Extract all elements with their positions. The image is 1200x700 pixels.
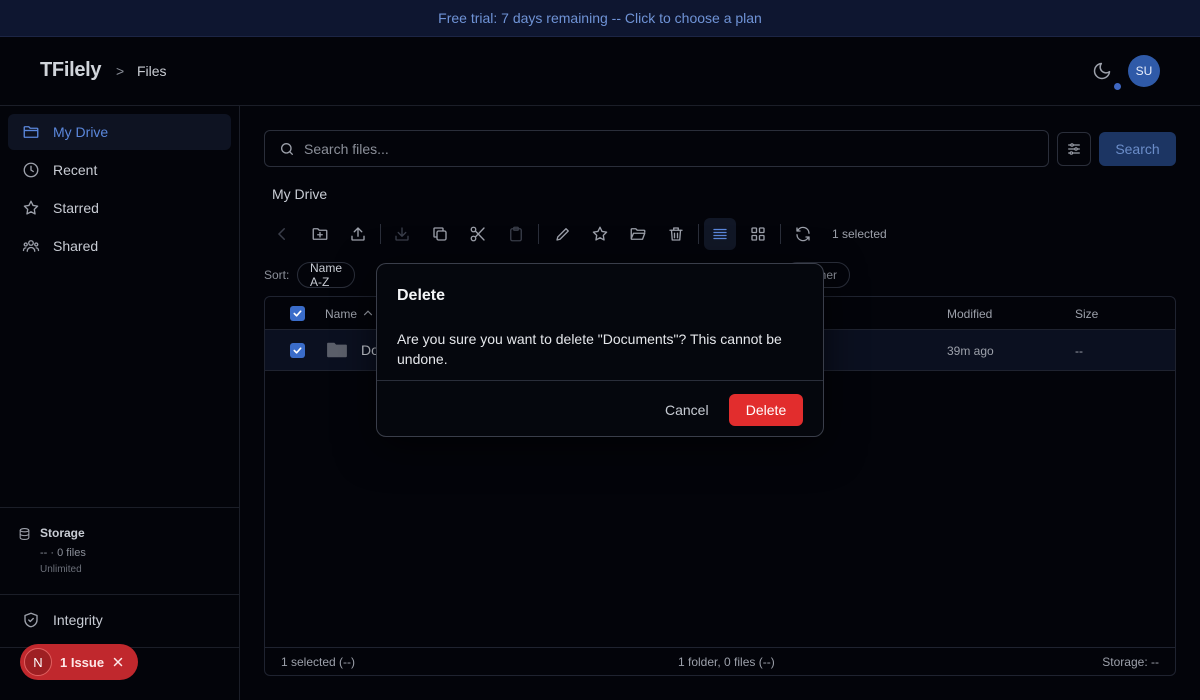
sidebar-item-label: Starred: [53, 200, 99, 216]
search-bar[interactable]: [264, 130, 1049, 167]
section-title: My Drive: [272, 186, 328, 202]
folder-open-icon: [629, 225, 647, 243]
refresh-icon: [794, 225, 812, 243]
sidebar-item-label: Recent: [53, 162, 98, 178]
top-bar: TFilely > Files SU: [0, 37, 1200, 106]
star-icon: [591, 225, 609, 243]
breadcrumb-current: Files: [137, 63, 167, 79]
confirm-delete-button[interactable]: Delete: [729, 394, 803, 426]
download-icon: [393, 225, 411, 243]
new-folder-button[interactable]: [304, 218, 336, 250]
folder-icon: [22, 123, 40, 141]
storage-limit: Unlimited: [40, 564, 82, 575]
app-logo[interactable]: TFilely: [40, 59, 102, 82]
grid-icon: [749, 225, 767, 243]
grid-view-button[interactable]: [742, 218, 774, 250]
storage-panel: Storage -- · 0 files Unlimited: [0, 507, 239, 595]
search-icon: [279, 141, 295, 157]
file-toolbar: 1 selected: [264, 218, 964, 250]
refresh-button[interactable]: [787, 218, 819, 250]
sidebar-item-recent[interactable]: Recent: [8, 152, 231, 188]
dialog-message: Are you sure you want to delete "Documen…: [397, 331, 782, 367]
sidebar: My Drive Recent Starred Shared Storage -…: [0, 106, 240, 700]
database-icon: [18, 527, 31, 541]
trial-banner-text[interactable]: Free trial: 7 days remaining -- Click to…: [438, 10, 762, 26]
list-view-button[interactable]: [704, 218, 736, 250]
clock-icon: [22, 161, 40, 179]
selected-count: 1 selected: [832, 227, 887, 241]
toolbar-separator: [698, 224, 699, 244]
sort-select[interactable]: Name A-Z: [297, 261, 356, 289]
delete-button[interactable]: [660, 218, 692, 250]
sidebar-item-label: My Drive: [53, 124, 109, 140]
dialog-title: Delete: [397, 287, 446, 304]
issue-badge[interactable]: N 1 Issue: [20, 644, 138, 680]
issue-badge-label: 1 Issue: [60, 654, 105, 670]
trial-banner[interactable]: Free trial: 7 days remaining -- Click to…: [0, 0, 1200, 37]
notification-dot: [1114, 83, 1121, 90]
upload-icon: [349, 225, 367, 243]
close-icon[interactable]: [112, 656, 124, 668]
star-button[interactable]: [584, 218, 616, 250]
footer-summary: 1 folder, 0 files (--): [678, 655, 775, 669]
toolbar-separator: [538, 224, 539, 244]
column-modified[interactable]: Modified: [947, 307, 992, 321]
move-button[interactable]: [622, 218, 654, 250]
sort-ascending-icon[interactable]: [361, 306, 375, 320]
toolbar-separator: [780, 224, 781, 244]
row-checkbox[interactable]: [290, 343, 305, 358]
user-avatar[interactable]: SU: [1128, 55, 1160, 87]
filter-button[interactable]: [1057, 132, 1091, 166]
paste-button[interactable]: [500, 218, 532, 250]
toolbar-separator: [380, 224, 381, 244]
row-size: --: [1075, 344, 1083, 358]
cancel-button[interactable]: Cancel: [653, 394, 721, 426]
copy-button[interactable]: [424, 218, 456, 250]
copy-icon: [431, 225, 449, 243]
sidebar-item-integrity[interactable]: Integrity: [8, 604, 231, 636]
sort-label: Sort:: [264, 268, 290, 282]
select-all-checkbox[interactable]: [290, 306, 305, 321]
moon-icon[interactable]: [1092, 61, 1112, 81]
list-icon: [711, 225, 729, 243]
pencil-icon: [554, 225, 572, 243]
scissors-icon: [469, 225, 487, 243]
breadcrumb-separator: >: [116, 63, 125, 79]
star-icon: [22, 199, 40, 217]
sliders-icon: [1066, 141, 1082, 157]
upload-button[interactable]: [342, 218, 374, 250]
folder-icon: [326, 341, 348, 359]
sidebar-item-starred[interactable]: Starred: [8, 190, 231, 226]
sidebar-item-label: Shared: [53, 238, 99, 254]
row-modified: 39m ago: [947, 344, 994, 358]
column-size[interactable]: Size: [1075, 307, 1098, 321]
sidebar-item-label: Integrity: [53, 612, 103, 628]
chevron-left-icon: [273, 225, 291, 243]
search-button[interactable]: Search: [1099, 132, 1176, 166]
issue-badge-letter: N: [24, 648, 52, 676]
storage-title: Storage: [40, 526, 85, 540]
cut-button[interactable]: [462, 218, 494, 250]
download-button[interactable]: [386, 218, 418, 250]
footer-selection: 1 selected (--): [281, 655, 356, 669]
table-footer: 1 selected (--) 1 folder, 0 files (--) S…: [265, 647, 1175, 675]
footer-storage: Storage: --: [1102, 655, 1159, 669]
column-name[interactable]: Name: [325, 307, 357, 321]
trash-icon: [667, 225, 685, 243]
users-icon: [22, 237, 40, 255]
folder-plus-icon: [311, 225, 329, 243]
shield-check-icon: [22, 611, 40, 629]
back-button[interactable]: [266, 218, 298, 250]
dialog-divider: [377, 380, 823, 381]
delete-dialog: Delete Are you sure you want to delete "…: [376, 263, 824, 437]
clipboard-icon: [507, 225, 525, 243]
sidebar-item-shared[interactable]: Shared: [8, 228, 231, 264]
sidebar-item-my-drive[interactable]: My Drive: [8, 114, 231, 150]
rename-button[interactable]: [547, 218, 579, 250]
storage-usage: -- · 0 files: [40, 547, 86, 559]
search-input[interactable]: [304, 140, 1004, 157]
